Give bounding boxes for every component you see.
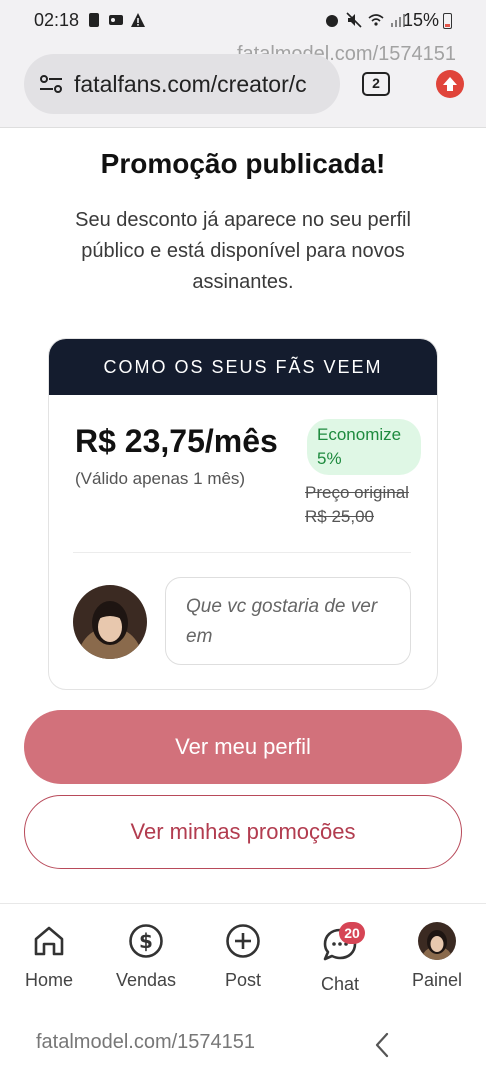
tab-switcher-button[interactable]: 2 <box>362 72 390 96</box>
creator-avatar <box>73 585 147 659</box>
update-button[interactable] <box>436 70 464 98</box>
chat-unread-badge: 20 <box>339 922 365 944</box>
card-header: COMO OS SEUS FÃS VEEM <box>49 339 437 395</box>
nav-label-sales: Vendas <box>115 970 177 990</box>
original-price-value: R$ 25,00 <box>305 507 374 526</box>
promo-price: R$ 23,75/mês <box>75 423 278 459</box>
status-bar: 02:18 15% <box>0 0 486 40</box>
vpn-key-icon <box>109 15 123 25</box>
battery-percent: 15% <box>402 10 439 30</box>
nav-item-post[interactable]: Post <box>198 922 288 991</box>
watermark-bottom: fatalmodel.com/1574151 <box>36 1031 256 1053</box>
nav-label-home: Home <box>24 970 73 990</box>
page-title: Promoção publicada! <box>100 148 386 179</box>
original-price: Preço original R$ 25,00 <box>305 481 409 529</box>
original-price-label: Preço original <box>305 483 409 502</box>
site-settings-icon[interactable] <box>38 71 64 97</box>
nav-label-post: Post <box>224 970 262 990</box>
view-promotions-button[interactable]: Ver minhas promoções <box>24 795 462 869</box>
save-badge: Economize 5% <box>307 419 421 475</box>
status-time: 02:18 <box>34 10 80 30</box>
svg-text:$: $ <box>139 929 153 953</box>
wifi-icon <box>368 14 384 26</box>
back-icon[interactable] <box>372 1031 392 1059</box>
promotion-preview-card: COMO OS SEUS FÃS VEEM R$ 23,75/mês (Váli… <box>48 338 438 690</box>
promo-validity: (Válido apenas 1 mês) <box>75 469 246 488</box>
plus-circle-icon <box>226 924 260 958</box>
browser-toolbar: fatalmodel.com/1574151 fatalfans.com/cre… <box>0 40 486 128</box>
page-subtitle: Seu desconto já aparece no seu perfil pú… <box>75 209 411 293</box>
nav-item-home[interactable]: Home <box>4 922 94 991</box>
nav-item-chat[interactable]: 20 Chat <box>295 922 385 995</box>
avatar <box>418 922 456 960</box>
view-profile-button[interactable]: Ver meu perfil <box>24 710 462 784</box>
divider <box>73 552 411 553</box>
alarm-icon <box>326 15 338 27</box>
arrow-up-icon <box>443 77 457 91</box>
message-input[interactable]: Que vc gostaria de ver em <box>165 577 411 665</box>
avatar-image <box>418 922 456 960</box>
battery-icon <box>443 12 452 29</box>
system-navigation-bar: fatalmodel.com/1574151 <box>0 1011 486 1080</box>
url-text[interactable]: fatalfans.com/creator/c <box>74 71 329 98</box>
bottom-navigation: Home $ Vendas Post 20 Chat Painel <box>0 903 486 1011</box>
notification-icon <box>89 13 99 27</box>
nav-label-dashboard: Painel <box>411 970 463 990</box>
nav-label-chat: Chat <box>320 974 360 994</box>
avatar-image <box>73 585 147 659</box>
mute-icon <box>346 12 362 28</box>
dollar-icon: $ <box>129 924 163 958</box>
home-icon <box>34 926 64 956</box>
nav-item-dashboard[interactable]: Painel <box>392 922 482 991</box>
warning-icon <box>131 13 145 27</box>
nav-item-sales[interactable]: $ Vendas <box>101 922 191 991</box>
address-bar[interactable]: fatalfans.com/creator/c <box>24 54 340 114</box>
